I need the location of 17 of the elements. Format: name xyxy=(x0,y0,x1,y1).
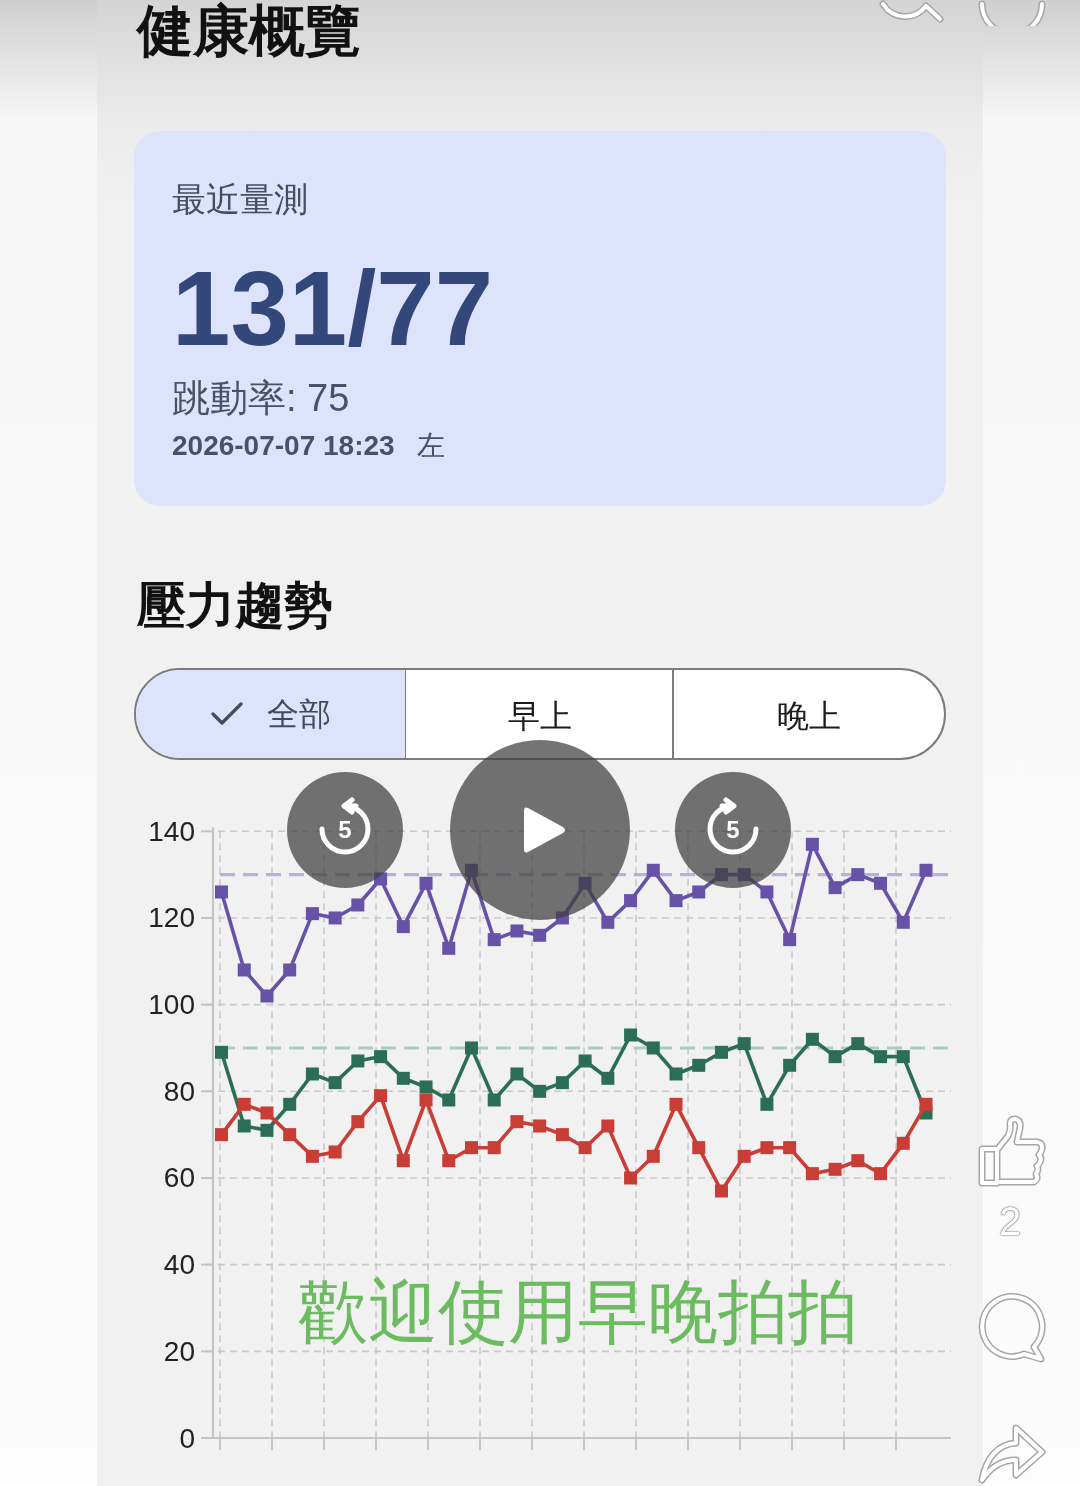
blood-pressure-reading: 131/77 xyxy=(172,256,495,361)
arm-side-text: 左 xyxy=(416,429,445,463)
caption-text: 歡迎使用早晚拍拍 xyxy=(298,1272,858,1352)
y-tick-label: 40 xyxy=(163,1249,195,1281)
section-heading: 壓力趨勢 xyxy=(137,577,333,634)
like-count: 2 xyxy=(999,1198,1022,1244)
pulse-rate-text: 跳動率: 75 xyxy=(172,376,351,421)
y-tick-label: 20 xyxy=(163,1335,195,1367)
y-tick-label: 120 xyxy=(148,902,195,934)
y-tick-label: 0 xyxy=(179,1422,195,1454)
card-heading: 最近量測 xyxy=(172,179,309,219)
y-tick-label: 140 xyxy=(148,815,195,847)
y-tick-label: 60 xyxy=(163,1162,195,1194)
timestamp-text: 2026-07-07 18:23 xyxy=(172,429,395,463)
y-tick-label: 80 xyxy=(163,1075,195,1107)
y-tick-label: 100 xyxy=(148,989,195,1021)
page-title: 健康概覽 xyxy=(137,0,361,62)
